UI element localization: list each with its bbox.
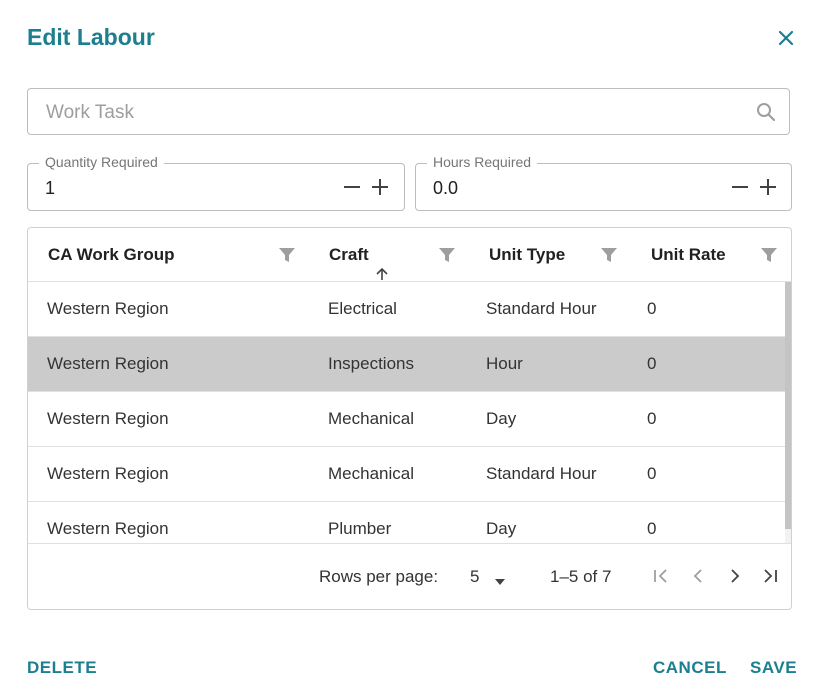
column-header-unit-rate[interactable]: Unit Rate xyxy=(651,228,726,281)
column-label: Unit Rate xyxy=(651,245,726,264)
cell-unit-rate: 0 xyxy=(647,354,657,373)
cell-craft: Plumber xyxy=(328,519,392,538)
cell-ca-work-group: Western Region xyxy=(47,519,169,538)
table-header: CA Work Group Craft Unit Type Unit Rate xyxy=(28,228,791,282)
quantity-decrement-icon[interactable] xyxy=(341,176,363,198)
table-row[interactable]: Western Region Inspections Hour 0 xyxy=(28,337,785,392)
cell-unit-rate: 0 xyxy=(647,464,657,483)
cell-unit-rate: 0 xyxy=(647,299,657,318)
cell-ca-work-group: Western Region xyxy=(47,299,169,318)
cell-craft: Electrical xyxy=(328,299,397,318)
work-task-input[interactable] xyxy=(44,89,748,136)
column-header-unit-type[interactable]: Unit Type xyxy=(489,228,565,281)
table-row[interactable]: Western Region Electrical Standard Hour … xyxy=(28,282,785,337)
filter-icon[interactable] xyxy=(438,246,456,264)
column-label: CA Work Group xyxy=(48,245,175,264)
table-body: Western Region Electrical Standard Hour … xyxy=(28,282,785,543)
cell-unit-type: Standard Hour xyxy=(486,464,597,483)
column-header-craft[interactable]: Craft xyxy=(329,228,389,281)
page-range: 1–5 of 7 xyxy=(550,567,612,586)
delete-button[interactable]: DELETE xyxy=(27,658,97,678)
table-row[interactable]: Western Region Plumber Day 0 xyxy=(28,502,785,543)
cell-unit-rate: 0 xyxy=(647,409,657,428)
sort-ascending-icon[interactable] xyxy=(375,249,389,280)
caret-down-icon[interactable] xyxy=(494,572,506,585)
save-button[interactable]: SAVE xyxy=(750,658,797,678)
quantity-increment-icon[interactable] xyxy=(369,176,391,198)
hours-required-label: Hours Required xyxy=(427,154,538,170)
cell-unit-type: Day xyxy=(486,519,517,538)
cell-craft: Mechanical xyxy=(328,409,414,428)
column-label: Craft xyxy=(329,245,369,264)
scrollbar-thumb[interactable] xyxy=(785,282,791,529)
cell-craft: Inspections xyxy=(328,354,414,373)
quantity-required-field: Quantity Required 1 xyxy=(27,154,405,211)
cell-unit-type: Hour xyxy=(486,354,523,373)
cell-ca-work-group: Western Region xyxy=(47,354,169,373)
cell-craft: Mechanical xyxy=(328,464,414,483)
dialog-title: Edit Labour xyxy=(27,24,155,50)
filter-icon[interactable] xyxy=(278,246,296,264)
quantity-required-label: Quantity Required xyxy=(39,154,164,170)
previous-page-icon[interactable] xyxy=(687,565,709,587)
close-icon[interactable] xyxy=(774,26,798,50)
cell-unit-rate: 0 xyxy=(647,519,657,538)
hours-decrement-icon[interactable] xyxy=(729,176,751,198)
cell-ca-work-group: Western Region xyxy=(47,464,169,483)
column-label: Unit Type xyxy=(489,245,566,264)
hours-increment-icon[interactable] xyxy=(757,176,779,198)
filter-icon[interactable] xyxy=(760,246,778,264)
quantity-required-value[interactable]: 1 xyxy=(45,178,55,199)
pagination-bar: Rows per page: 5 1–5 of 7 xyxy=(28,543,791,609)
hours-required-value[interactable]: 0.0 xyxy=(433,178,458,199)
next-page-icon[interactable] xyxy=(724,565,746,587)
cell-ca-work-group: Western Region xyxy=(47,409,169,428)
first-page-icon[interactable] xyxy=(650,565,672,587)
table-scrollbar[interactable] xyxy=(785,282,791,543)
hours-required-field: Hours Required 0.0 xyxy=(415,154,792,211)
work-task-search xyxy=(27,88,790,136)
rows-per-page-select[interactable]: 5 xyxy=(470,567,479,587)
column-header-ca-work-group[interactable]: CA Work Group xyxy=(48,228,175,281)
last-page-icon[interactable] xyxy=(759,565,781,587)
cell-unit-type: Standard Hour xyxy=(486,299,597,318)
filter-icon[interactable] xyxy=(600,246,618,264)
cancel-button[interactable]: CANCEL xyxy=(653,658,727,678)
rows-per-page-label: Rows per page: xyxy=(319,567,439,586)
table-row[interactable]: Western Region Mechanical Day 0 xyxy=(28,392,785,447)
table-row[interactable]: Western Region Mechanical Standard Hour … xyxy=(28,447,785,502)
search-icon[interactable] xyxy=(755,101,777,123)
labour-table: CA Work Group Craft Unit Type Unit Rate … xyxy=(27,227,792,610)
cell-unit-type: Day xyxy=(486,409,517,428)
